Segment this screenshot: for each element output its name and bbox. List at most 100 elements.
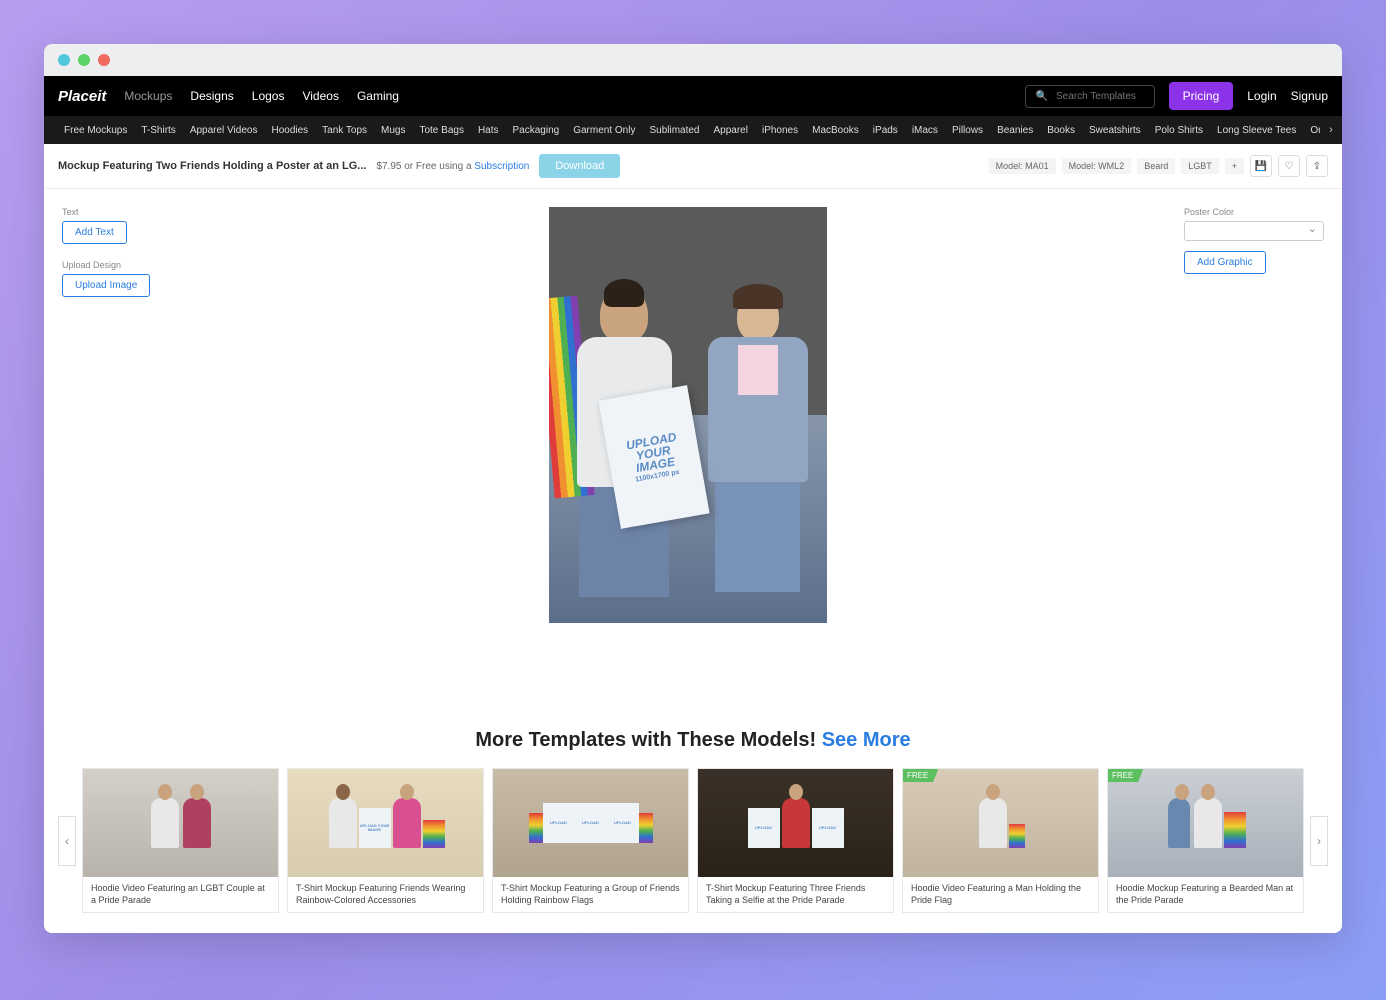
subnav-item[interactable]: MacBooks bbox=[806, 125, 865, 136]
subnav-item[interactable]: Pillows bbox=[946, 125, 989, 136]
card-thumb bbox=[83, 769, 278, 877]
nav-mockups[interactable]: Mockups bbox=[124, 89, 172, 103]
subnav-item[interactable]: Hoodies bbox=[265, 125, 314, 136]
tag-badge[interactable]: Model: WML2 bbox=[1062, 158, 1132, 174]
poster-color-select[interactable] bbox=[1184, 221, 1324, 241]
browser-chrome bbox=[44, 44, 1342, 76]
subnav-item[interactable]: Books bbox=[1041, 125, 1081, 136]
subnav-item[interactable]: Mugs bbox=[375, 125, 411, 136]
upload-label: Upload Design bbox=[62, 260, 192, 270]
tag-badge[interactable]: Beard bbox=[1137, 158, 1175, 174]
subnav-item[interactable]: Free Mockups bbox=[58, 125, 133, 136]
nav-designs[interactable]: Designs bbox=[190, 89, 233, 103]
template-card[interactable]: UPLOAD YOUR IMAGE T-Shirt Mockup Featuri… bbox=[287, 768, 484, 913]
carousel-prev[interactable]: ‹ bbox=[58, 816, 76, 866]
nav-links: Mockups Designs Logos Videos Gaming bbox=[124, 89, 399, 103]
add-graphic-button[interactable]: Add Graphic bbox=[1184, 251, 1266, 274]
template-card[interactable]: UPLOADUPLOAD T-Shirt Mockup Featuring Th… bbox=[697, 768, 894, 913]
price-text: $7.95 or Free using a Subscription bbox=[376, 161, 529, 172]
editor-area: Text Add Text Upload Design Upload Image bbox=[44, 189, 1342, 709]
save-icon[interactable]: 💾 bbox=[1250, 155, 1272, 177]
tag-badge[interactable]: LGBT bbox=[1181, 158, 1219, 174]
left-panel: Text Add Text Upload Design Upload Image bbox=[62, 207, 192, 691]
template-card[interactable]: Hoodie Video Featuring an LGBT Couple at… bbox=[82, 768, 279, 913]
card-thumb: UPLOADUPLOADUPLOAD bbox=[493, 769, 688, 877]
cards: Hoodie Video Featuring an LGBT Couple at… bbox=[82, 768, 1304, 913]
subnav-scroll-right[interactable]: › bbox=[1320, 116, 1342, 144]
subnav-item[interactable]: iPhones bbox=[756, 125, 804, 136]
carousel: ‹ Hoodie Video Featuring an LGBT Couple … bbox=[58, 768, 1328, 913]
tag-badge[interactable]: Model: MA01 bbox=[989, 158, 1056, 174]
subnav-item[interactable]: Tank Tops bbox=[316, 125, 373, 136]
subnav-item[interactable]: Packaging bbox=[507, 125, 566, 136]
title-right: Model: MA01 Model: WML2 Beard LGBT + 💾 ♡… bbox=[989, 155, 1328, 177]
search-box[interactable]: 🔍 bbox=[1025, 85, 1155, 108]
card-caption: T-Shirt Mockup Featuring a Group of Frie… bbox=[493, 877, 688, 912]
right-panel: Poster Color Add Graphic bbox=[1184, 207, 1324, 691]
window-min-dot[interactable] bbox=[78, 54, 90, 66]
tag-more[interactable]: + bbox=[1225, 158, 1244, 174]
text-label: Text bbox=[62, 207, 192, 217]
window-close-dot[interactable] bbox=[58, 54, 70, 66]
card-caption: Hoodie Mockup Featuring a Bearded Man at… bbox=[1108, 877, 1303, 912]
card-thumb: UPLOADUPLOAD bbox=[698, 769, 893, 877]
subnav-item[interactable]: Long Sleeve Tees bbox=[1211, 125, 1302, 136]
pricing-button[interactable]: Pricing bbox=[1169, 82, 1234, 110]
sub-nav: Free Mockups T-Shirts Apparel Videos Hoo… bbox=[44, 116, 1342, 144]
more-title-text: More Templates with These Models! bbox=[475, 729, 821, 751]
subnav-item[interactable]: Beanies bbox=[991, 125, 1039, 136]
content-area: Mockup Featuring Two Friends Holding a P… bbox=[44, 144, 1342, 933]
search-icon: 🔍 bbox=[1036, 91, 1048, 102]
see-more-link[interactable]: See More bbox=[822, 729, 911, 751]
subnav-item[interactable]: Sublimated bbox=[643, 125, 705, 136]
price-value: $7.95 bbox=[376, 161, 401, 172]
subnav-item[interactable]: Garment Only bbox=[567, 125, 641, 136]
logo[interactable]: Placeit bbox=[58, 88, 106, 105]
window-max-dot[interactable] bbox=[98, 54, 110, 66]
add-text-button[interactable]: Add Text bbox=[62, 221, 127, 244]
subnav-item[interactable]: T-Shirts bbox=[135, 125, 181, 136]
mockup-title: Mockup Featuring Two Friends Holding a P… bbox=[58, 160, 366, 172]
nav-gaming[interactable]: Gaming bbox=[357, 89, 399, 103]
card-caption: Hoodie Video Featuring a Man Holding the… bbox=[903, 877, 1098, 912]
template-card[interactable]: UPLOADUPLOADUPLOAD T-Shirt Mockup Featur… bbox=[492, 768, 689, 913]
login-link[interactable]: Login bbox=[1247, 89, 1276, 103]
signup-link[interactable]: Signup bbox=[1291, 89, 1328, 103]
card-caption: T-Shirt Mockup Featuring Three Friends T… bbox=[698, 877, 893, 912]
subnav-item[interactable]: Tote Bags bbox=[413, 125, 469, 136]
free-badge: FREE bbox=[1108, 769, 1143, 782]
more-title: More Templates with These Models! See Mo… bbox=[58, 729, 1328, 752]
nav-videos[interactable]: Videos bbox=[302, 89, 338, 103]
price-suffix: or Free using a bbox=[401, 161, 474, 172]
subnav-item[interactable]: Sweatshirts bbox=[1083, 125, 1147, 136]
nav-right: 🔍 Pricing Login Signup bbox=[1025, 82, 1328, 110]
upload-image-button[interactable]: Upload Image bbox=[62, 274, 150, 297]
card-thumb: FREE bbox=[903, 769, 1098, 877]
mockup-preview[interactable]: UPLOAD YOUR IMAGE 1100x1700 px bbox=[549, 207, 827, 623]
title-bar: Mockup Featuring Two Friends Holding a P… bbox=[44, 144, 1342, 189]
subscription-link[interactable]: Subscription bbox=[474, 161, 529, 172]
card-thumb: UPLOAD YOUR IMAGE bbox=[288, 769, 483, 877]
card-caption: Hoodie Video Featuring an LGBT Couple at… bbox=[83, 877, 278, 912]
template-card[interactable]: FREE Hoodie Video Featuring a Man Holdin… bbox=[902, 768, 1099, 913]
more-templates: More Templates with These Models! See Mo… bbox=[44, 709, 1342, 933]
favorite-icon[interactable]: ♡ bbox=[1278, 155, 1300, 177]
subnav-item[interactable]: Polo Shirts bbox=[1149, 125, 1209, 136]
search-input[interactable] bbox=[1056, 91, 1144, 102]
poster-color-label: Poster Color bbox=[1184, 207, 1324, 217]
share-icon[interactable]: ⇪ bbox=[1306, 155, 1328, 177]
subnav-item[interactable]: Hats bbox=[472, 125, 505, 136]
carousel-next[interactable]: › bbox=[1310, 816, 1328, 866]
subnav-item[interactable]: iMacs bbox=[906, 125, 944, 136]
subnav-item[interactable]: Apparel bbox=[708, 125, 754, 136]
browser-window: Placeit Mockups Designs Logos Videos Gam… bbox=[44, 44, 1342, 933]
download-button[interactable]: Download bbox=[539, 154, 620, 178]
center-preview: UPLOAD YOUR IMAGE 1100x1700 px bbox=[192, 207, 1184, 691]
free-badge: FREE bbox=[903, 769, 938, 782]
subnav-item[interactable]: iPads bbox=[867, 125, 904, 136]
card-thumb: FREE bbox=[1108, 769, 1303, 877]
nav-logos[interactable]: Logos bbox=[252, 89, 285, 103]
subnav-item[interactable]: Apparel Videos bbox=[184, 125, 264, 136]
card-caption: T-Shirt Mockup Featuring Friends Wearing… bbox=[288, 877, 483, 912]
template-card[interactable]: FREE Hoodie Mockup Featuring a Bearded M… bbox=[1107, 768, 1304, 913]
